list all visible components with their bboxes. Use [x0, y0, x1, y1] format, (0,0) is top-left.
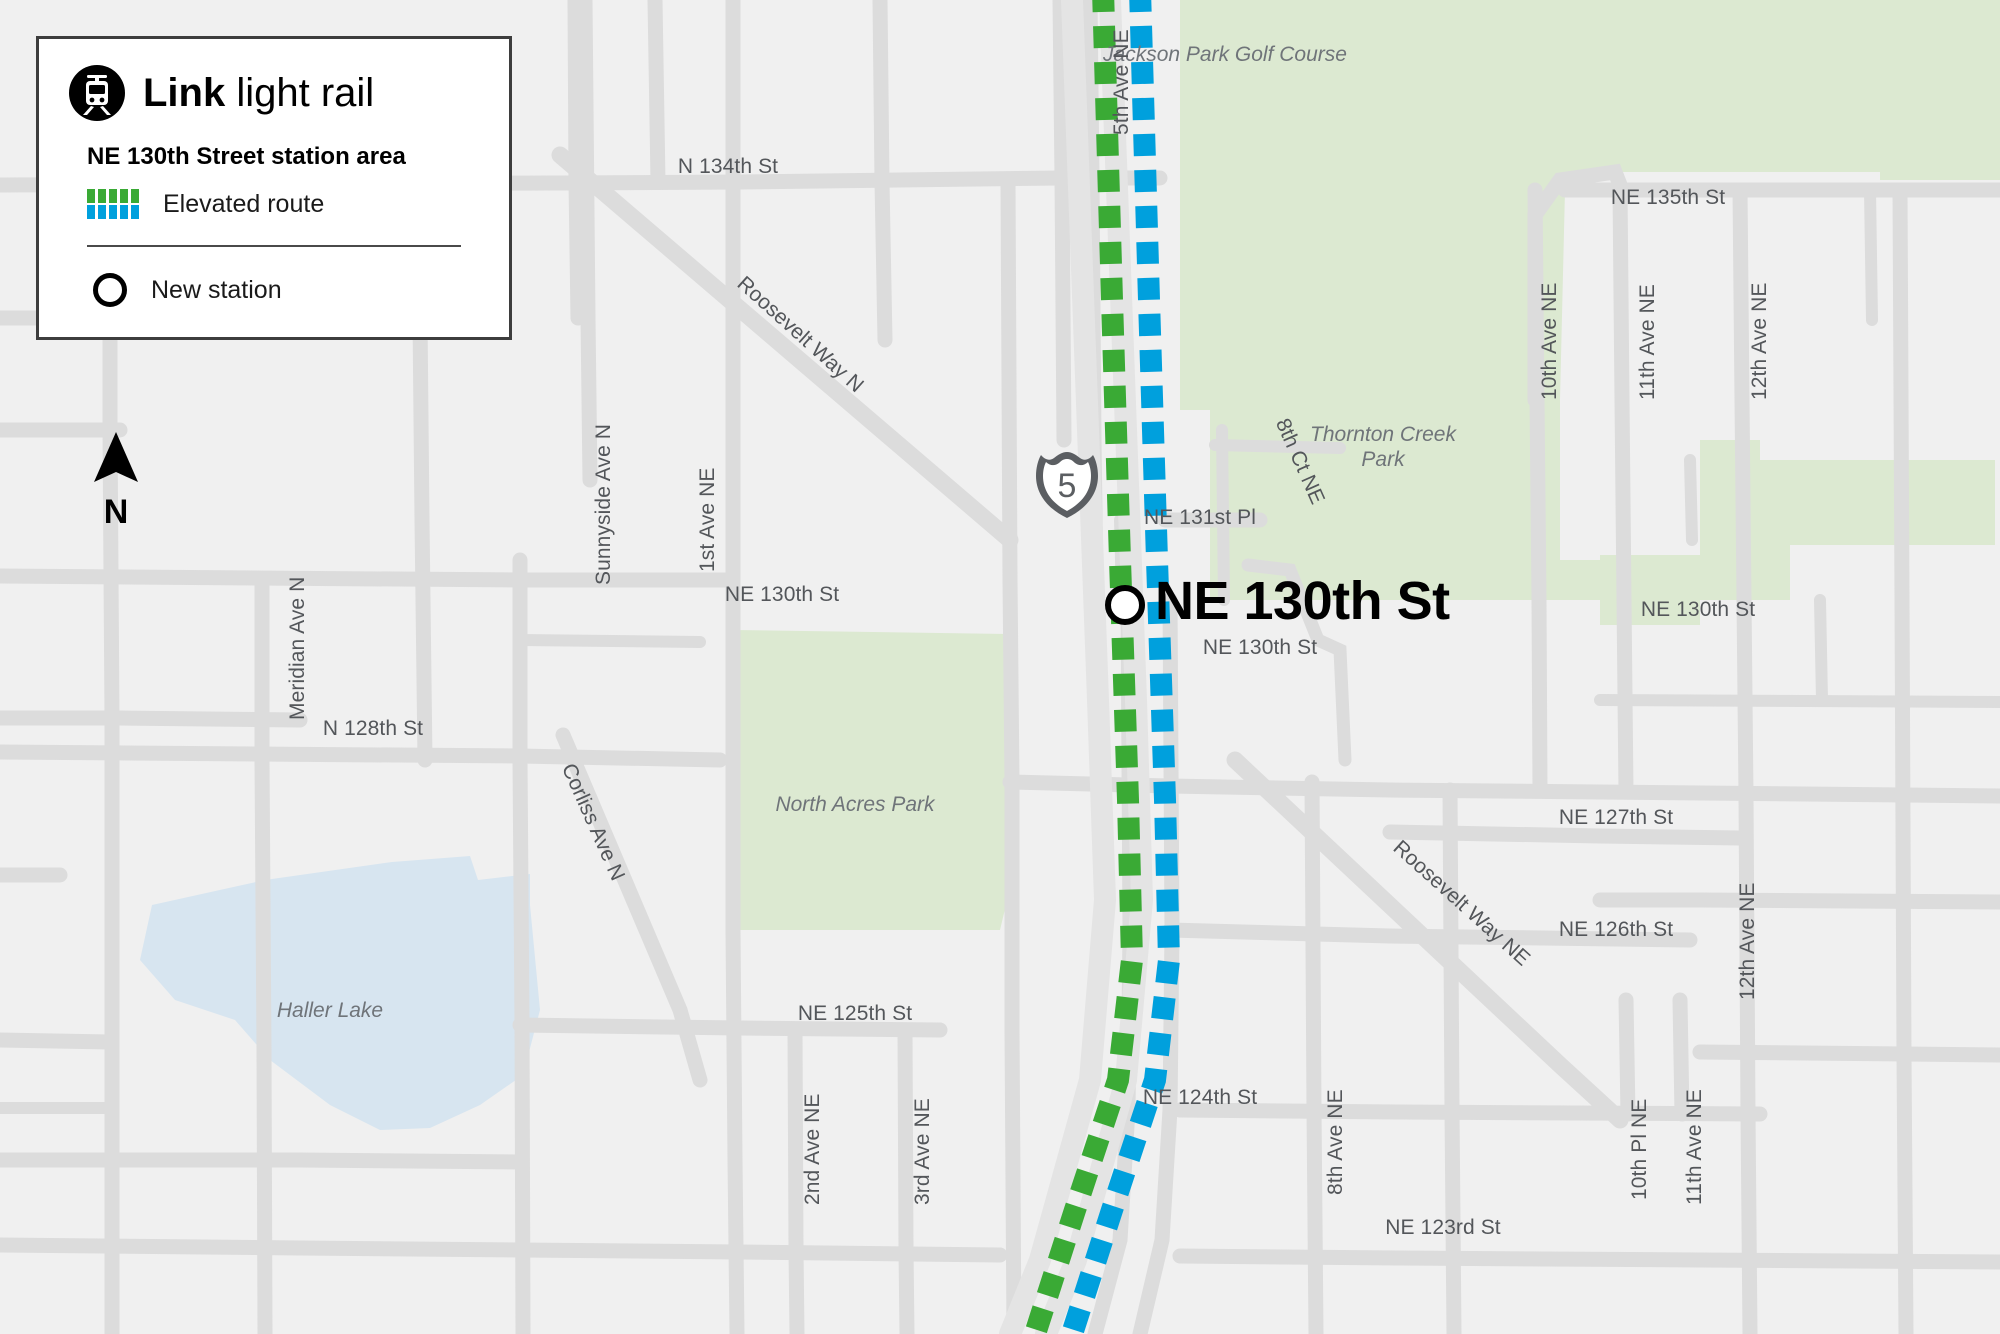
- new-station-marker-icon[interactable]: [1105, 585, 1145, 625]
- dashed-route-swatch-icon: [87, 189, 139, 219]
- legend-subtitle: NE 130th Street station area: [87, 143, 406, 170]
- legend-title-bold: Link: [143, 71, 226, 115]
- station-circle-icon: [93, 273, 127, 307]
- interstate-number: 5: [1057, 467, 1077, 505]
- legend-row-elevated-route: Elevated route: [87, 189, 479, 219]
- legend-label-elevated-route: Elevated route: [163, 189, 325, 218]
- legend-title: Link light rail: [143, 73, 374, 113]
- interstate-shield-icon: 5: [1032, 448, 1102, 520]
- legend-title-rest: light rail: [225, 71, 375, 115]
- compass: N: [88, 430, 144, 529]
- map-canvas: 5 NE 130th St Jackson Park Golf Course T…: [0, 0, 2000, 1334]
- legend-divider: [87, 245, 461, 247]
- legend-label-new-station: New station: [151, 275, 282, 304]
- light-rail-icon: [69, 65, 125, 121]
- legend-panel: Link light rail NE 130th Street station …: [36, 36, 512, 340]
- north-arrow-icon: [94, 432, 138, 482]
- legend-row-new-station: New station: [87, 273, 479, 307]
- park-north-acres: [733, 630, 1012, 930]
- legend-title-row: Link light rail: [69, 65, 479, 121]
- park-east-patch-2: [1600, 555, 1700, 625]
- station-label: NE 130th St: [1155, 571, 1450, 631]
- compass-north-label: N: [103, 493, 129, 531]
